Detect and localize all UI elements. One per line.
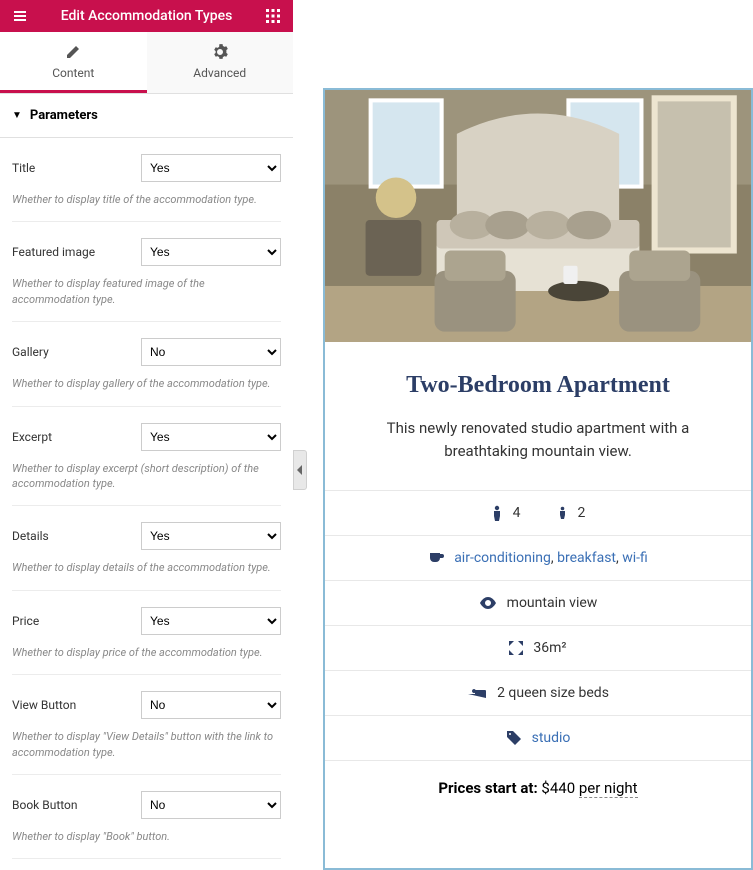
expand-icon (509, 641, 523, 655)
panel-parameters-header[interactable]: ▼ Parameters (0, 94, 293, 138)
field-help: Whether to display "Book" button. (12, 829, 281, 859)
field-row: Featured image Yes No Whether to display… (0, 222, 293, 322)
gear-icon (212, 44, 228, 60)
field-label: Excerpt (12, 430, 52, 444)
field-help: Whether to display "View Details" button… (12, 729, 281, 775)
field-row: Details Yes No Whether to display detail… (0, 506, 293, 590)
field-row: Excerpt Yes No Whether to display excerp… (0, 407, 293, 507)
field-select-featured image[interactable]: Yes No (141, 238, 281, 266)
tab-advanced-label: Advanced (193, 66, 246, 80)
field-row: Price Yes No Whether to display price of… (0, 591, 293, 675)
field-select-details[interactable]: Yes No (141, 522, 281, 550)
tag-row: studio (325, 715, 751, 760)
amenity-link[interactable]: breakfast (557, 550, 616, 566)
field-help: Whether to display featured image of the… (12, 276, 281, 322)
field-label: Book Button (12, 798, 78, 812)
beds-text: 2 queen size beds (497, 685, 609, 701)
field-row: Book Button Yes No Whether to display "B… (0, 775, 293, 859)
capacity-row: 4 2 (325, 490, 751, 535)
featured-image (325, 90, 751, 342)
tab-content-label: Content (52, 66, 94, 80)
view-text: mountain view (507, 595, 598, 611)
child-icon (557, 506, 568, 520)
field-select-view button[interactable]: Yes No (141, 691, 281, 719)
field-label: Details (12, 529, 49, 543)
adults-count: 4 (513, 505, 521, 521)
size-row: 36m² (325, 625, 751, 670)
field-row: View Button Yes No Whether to display "V… (0, 675, 293, 775)
panel-body: Title Yes No Whether to display title of… (0, 138, 293, 870)
amenities-row: air-conditioning, breakfast, wi-fi (325, 535, 751, 580)
tab-content[interactable]: Content (0, 32, 147, 93)
editor-header: Edit Accommodation Types (0, 0, 293, 32)
field-help: Whether to display details of the accomm… (12, 560, 281, 590)
field-select-gallery[interactable]: Yes No (141, 338, 281, 366)
tag-icon (506, 730, 522, 746)
apps-grid-icon[interactable] (261, 8, 285, 24)
preview-area: Two-Bedroom Apartment This newly renovat… (293, 0, 753, 870)
accommodation-title: Two-Bedroom Apartment (345, 372, 731, 399)
collapse-sidebar-handle[interactable] (293, 450, 307, 490)
field-select-excerpt[interactable]: Yes No (141, 423, 281, 451)
tab-advanced[interactable]: Advanced (147, 32, 294, 93)
coffee-icon (428, 551, 444, 565)
field-help: Whether to display excerpt (short descri… (12, 461, 281, 507)
field-label: Price (12, 614, 39, 628)
amenity-link[interactable]: wi-fi (622, 550, 648, 566)
eye-icon (479, 597, 497, 609)
hamburger-menu-icon[interactable] (8, 8, 32, 24)
field-label: View Button (12, 698, 76, 712)
field-select-price[interactable]: Yes No (141, 607, 281, 635)
accommodation-card: Two-Bedroom Apartment This newly renovat… (323, 88, 753, 870)
editor-title: Edit Accommodation Types (32, 8, 261, 24)
accommodation-excerpt: This newly renovated studio apartment wi… (365, 417, 711, 462)
field-select-book button[interactable]: Yes No (141, 791, 281, 819)
tag-link[interactable]: studio (532, 730, 571, 746)
beds-row: 2 queen size beds (325, 670, 751, 715)
price-per: per night (579, 779, 638, 798)
amenity-link[interactable]: air-conditioning (454, 550, 551, 566)
field-label: Featured image (12, 245, 95, 259)
price-label: Prices start at: (438, 779, 537, 797)
field-row: Title Yes No Whether to display title of… (0, 138, 293, 222)
field-help: Whether to display gallery of the accomm… (12, 376, 281, 406)
panel-title: Parameters (30, 108, 98, 123)
field-help: Whether to display price of the accommod… (12, 645, 281, 675)
price-row: Prices start at: $440 per night (325, 760, 751, 807)
field-label: Title (12, 161, 35, 175)
children-count: 2 (578, 505, 586, 521)
field-select-title[interactable]: Yes No (141, 154, 281, 182)
adult-icon (491, 505, 503, 521)
view-row: mountain view (325, 580, 751, 625)
editor-sidebar: Edit Accommodation Types Content Advance… (0, 0, 293, 870)
pencil-icon (65, 44, 81, 60)
tabs: Content Advanced (0, 32, 293, 94)
size-text: 36m² (533, 640, 566, 656)
field-label: Gallery (12, 345, 49, 359)
field-help: Whether to display title of the accommod… (12, 192, 281, 222)
price-value: $440 (541, 779, 575, 797)
caret-down-icon: ▼ (12, 110, 22, 121)
bed-icon (467, 687, 487, 699)
field-row: Gallery Yes No Whether to display galler… (0, 322, 293, 406)
